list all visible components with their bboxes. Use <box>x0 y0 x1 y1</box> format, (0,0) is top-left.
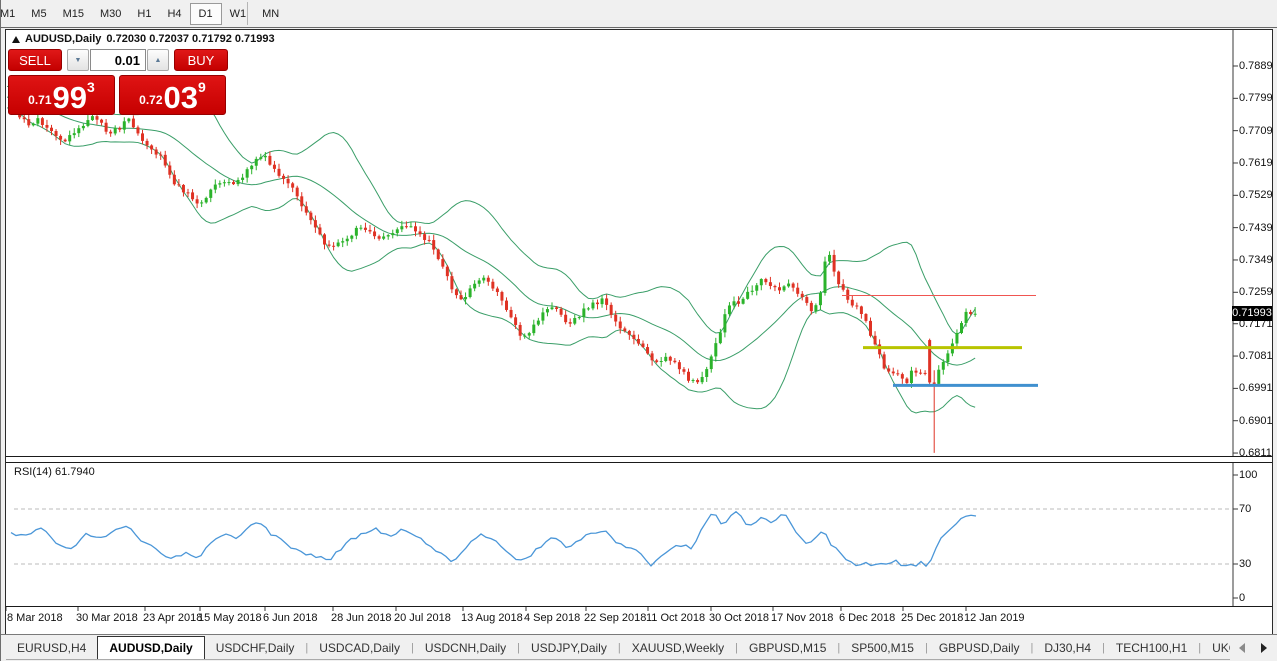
time-axis-label: 12 Jan 2019 <box>964 612 1025 624</box>
tab-usdchf-daily[interactable]: USDCHF,Daily <box>205 638 306 659</box>
sell-price-sup: 3 <box>87 79 95 95</box>
price-axis-label: 0.69015 <box>1239 414 1273 428</box>
time-axis-label: 13 Aug 2018 <box>461 612 523 624</box>
price-axis-label: 0.70815 <box>1239 349 1273 363</box>
time-axis-label: 28 Jun 2018 <box>331 612 392 624</box>
rsi-axis-label: 0 <box>1239 591 1245 605</box>
tab-tech100-h1[interactable]: TECH100,H1 <box>1105 638 1198 659</box>
chart-title: AUDUSD,Daily 0.72030 0.72037 0.71792 0.7… <box>12 33 275 45</box>
chart-tabbar: EURUSD,H4AUDUSD,DailyUSDCHF,Daily|USDCAD… <box>0 634 1277 661</box>
tab-gbpusd-daily[interactable]: GBPUSD,Daily <box>928 638 1031 659</box>
tab-xauusd-weekly[interactable]: XAUUSD,Weekly <box>621 638 735 659</box>
one-click-trading-panel: SELL ▼ ▲ BUY 0.71993 0.72039 <box>8 48 228 115</box>
buy-button[interactable]: BUY <box>174 49 228 71</box>
time-axis-label: 22 Sep 2018 <box>584 612 646 624</box>
chart-symbol-label: AUDUSD,Daily <box>25 33 101 45</box>
chart-canvas[interactable] <box>6 30 1272 634</box>
time-axis-label: 15 May 2018 <box>198 612 262 624</box>
tab-usdcnh-daily[interactable]: USDCNH,Daily <box>414 638 517 659</box>
volume-increase-button[interactable]: ▲ <box>147 49 169 71</box>
timeframe-button-m5[interactable]: M5 <box>23 3 54 25</box>
buy-price-prefix: 0.72 <box>139 93 162 107</box>
volume-decrease-button[interactable]: ▼ <box>67 49 89 71</box>
tabs-scroll-right-icon[interactable] <box>1261 643 1267 653</box>
timeframe-button-mn[interactable]: MN <box>254 3 287 25</box>
timeframe-toolbar: M1M5M15M30H1H4D1W1MN <box>0 0 1277 28</box>
toolbar-separator <box>247 2 248 25</box>
price-axis-label: 0.69915 <box>1239 381 1273 395</box>
sell-button[interactable]: SELL <box>8 49 62 71</box>
time-axis-label: 6 Jun 2018 <box>263 612 317 624</box>
tab-audusd-daily[interactable]: AUDUSD,Daily <box>97 636 204 659</box>
chevron-down-icon: ▼ <box>75 57 82 64</box>
tab-sp500-m15[interactable]: SP500,M15 <box>840 638 925 659</box>
time-axis-label: 23 Apr 2018 <box>143 612 202 624</box>
time-axis-label: 6 Dec 2018 <box>839 612 895 624</box>
time-axis-label: 17 Nov 2018 <box>771 612 833 624</box>
price-axis-label: 0.75290 <box>1239 188 1273 202</box>
price-axis-label: 0.76190 <box>1239 156 1273 170</box>
window-frame-edge <box>0 0 1 661</box>
timeframe-button-h4[interactable]: H4 <box>159 3 189 25</box>
buy-price-big: 03 <box>164 85 198 111</box>
sell-price-big: 99 <box>53 85 87 111</box>
chart-window: AUDUSD,Daily 0.72030 0.72037 0.71792 0.7… <box>5 29 1273 635</box>
tab-usdcad-daily[interactable]: USDCAD,Daily <box>308 638 411 659</box>
current-price-badge: 0.71993 <box>1232 306 1272 321</box>
time-axis-label: 30 Oct 2018 <box>709 612 769 624</box>
tab-ukoil-h1[interactable]: UKOil,H1 <box>1201 638 1230 659</box>
tab-gbpusd-m15[interactable]: GBPUSD,M15 <box>738 638 837 659</box>
tab-dj30-h4[interactable]: DJ30,H4 <box>1033 638 1102 659</box>
tab-usdjpy-daily[interactable]: USDJPY,Daily <box>520 638 618 659</box>
chart-ohlc-quote: 0.72030 0.72037 0.71792 0.71993 <box>106 33 274 45</box>
tab-eurusd-h4[interactable]: EURUSD,H4 <box>6 638 97 659</box>
buy-price-button[interactable]: 0.72039 <box>119 75 226 115</box>
rsi-axis-label: 100 <box>1239 468 1257 482</box>
timeframe-button-h1[interactable]: H1 <box>129 3 159 25</box>
price-axis-label: 0.73490 <box>1239 253 1273 267</box>
tabs-scroll-left-icon[interactable] <box>1239 643 1245 653</box>
timeframe-button-d1[interactable]: D1 <box>190 3 222 25</box>
time-axis-label: 30 Mar 2018 <box>76 612 138 624</box>
price-axis-label: 0.77990 <box>1239 91 1273 105</box>
price-axis-label: 0.77090 <box>1239 124 1273 138</box>
rsi-indicator-label: RSI(14) 61.7940 <box>14 466 95 478</box>
buy-price-sup: 9 <box>198 79 206 95</box>
price-axis-label: 0.74390 <box>1239 221 1273 235</box>
timeframe-button-m15[interactable]: M15 <box>55 3 92 25</box>
time-axis-label: 4 Sep 2018 <box>524 612 580 624</box>
rsi-axis-label: 30 <box>1239 557 1251 571</box>
timeframe-button-m30[interactable]: M30 <box>92 3 129 25</box>
timeframe-button-m1[interactable]: M1 <box>0 3 23 25</box>
chevron-up-icon: ▲ <box>155 57 162 64</box>
time-axis-label: 25 Dec 2018 <box>901 612 963 624</box>
sell-price-prefix: 0.71 <box>28 93 51 107</box>
sell-price-button[interactable]: 0.71993 <box>8 75 115 115</box>
time-axis-label: 11 Oct 2018 <box>646 612 705 624</box>
symbol-arrow-icon <box>12 36 20 43</box>
time-axis-label: 20 Jul 2018 <box>394 612 451 624</box>
price-axis-label: 0.72590 <box>1239 285 1273 299</box>
time-axis-label: 8 Mar 2018 <box>7 612 63 624</box>
rsi-value: 61.7940 <box>55 466 95 478</box>
volume-input[interactable] <box>90 49 146 71</box>
volume-stepper: ▼ ▲ <box>67 49 169 71</box>
rsi-name: RSI(14) <box>14 466 52 478</box>
price-axis-label: 0.78890 <box>1239 59 1273 73</box>
pane-splitter[interactable] <box>6 457 1272 462</box>
timeframe-button-w1[interactable]: W1 <box>222 3 255 25</box>
rsi-axis-label: 70 <box>1239 502 1251 516</box>
